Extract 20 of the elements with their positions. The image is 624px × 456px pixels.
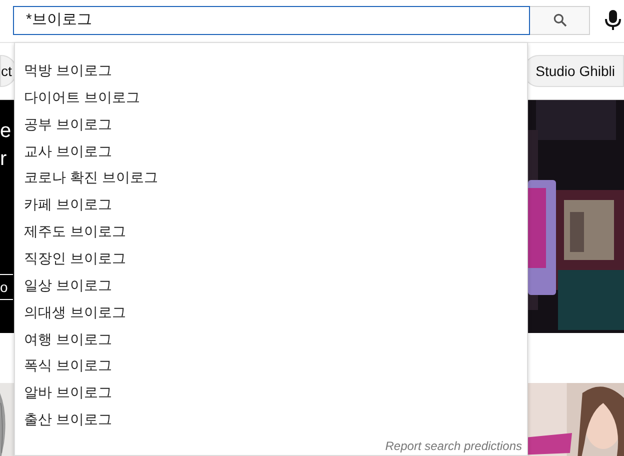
microphone-icon[interactable] xyxy=(604,9,622,31)
suggestion-item[interactable]: 의대생 브이로그 xyxy=(15,298,527,326)
suggestion-item[interactable]: 출산 브이로그 xyxy=(15,406,527,434)
suggestion-item[interactable]: 일상 브이로그 xyxy=(15,272,527,299)
report-link[interactable]: Report search predictions xyxy=(385,437,522,456)
banner-title: r xyxy=(0,147,7,172)
suggestion-item[interactable]: 카페 브이로그 xyxy=(15,191,527,218)
search-icon xyxy=(552,12,568,28)
banner-title: e xyxy=(0,119,12,144)
suggestion-item[interactable]: 코로나 확진 브이로그 xyxy=(15,164,527,192)
suggestion-item[interactable]: 알바 브이로그 xyxy=(15,379,527,406)
suggestion-item[interactable]: 교사 브이로그 xyxy=(15,138,527,164)
suggestion-item[interactable]: 직장인 브이로그 xyxy=(15,245,527,272)
suggestion-item[interactable]: 폭식 브이로그 xyxy=(15,352,527,380)
suggestion-item[interactable]: 여행 브이로그 xyxy=(15,326,527,352)
suggestion-item[interactable]: 제주도 브이로그 xyxy=(15,218,527,246)
search-button[interactable] xyxy=(530,6,590,34)
suggestion-item[interactable]: 공부 브이로그 xyxy=(15,110,527,138)
search-field[interactable]: *브이로그 xyxy=(13,6,530,34)
banner-button[interactable]: o xyxy=(0,274,13,300)
